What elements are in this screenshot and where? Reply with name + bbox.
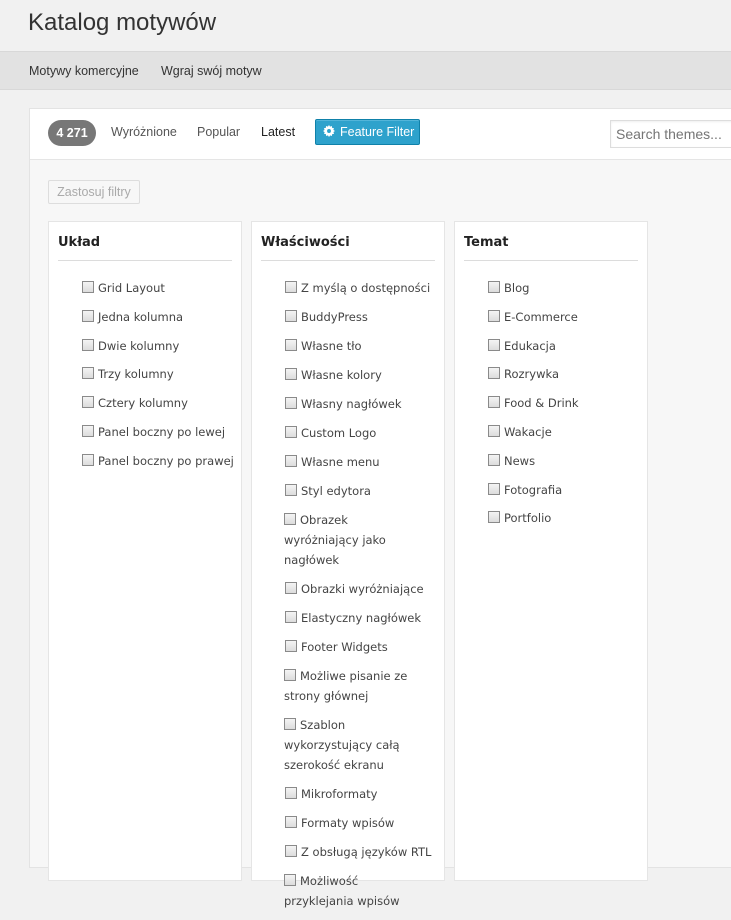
filter-option[interactable]: Własne tło	[285, 336, 435, 356]
filter-option[interactable]: Z myślą o dostępności	[285, 278, 435, 298]
filter-option[interactable]: Rozrywka	[488, 364, 579, 393]
filter-option[interactable]: Własny nagłówek	[285, 394, 435, 414]
filter-option[interactable]: Obrazki wyróżniające	[285, 579, 435, 599]
feature-filter-button[interactable]: Feature Filter	[315, 119, 420, 145]
checkbox[interactable]	[284, 874, 296, 886]
filter-group-features: Właściwości Z myślą o dostępności BuddyP…	[251, 221, 445, 908]
filter-group-title: Temat	[464, 235, 638, 261]
checkbox[interactable]	[488, 338, 500, 351]
filter-option[interactable]: Edukacja	[488, 336, 579, 365]
checkbox[interactable]	[82, 367, 94, 380]
checkbox[interactable]	[82, 453, 94, 466]
subnav-commercial-themes[interactable]: Motywy komercyjne	[29, 64, 139, 78]
checkbox[interactable]	[285, 845, 297, 857]
checkbox[interactable]	[285, 339, 297, 351]
filter-option[interactable]: Własne kolory	[285, 365, 435, 385]
feature-filter-label: Feature Filter	[340, 125, 415, 139]
filter-option[interactable]: Dwie kolumny	[82, 336, 234, 365]
checkbox[interactable]	[82, 281, 94, 293]
checkbox[interactable]	[488, 281, 500, 293]
gear-icon	[323, 125, 335, 137]
filter-option[interactable]: E-Commerce	[488, 307, 579, 336]
filter-option[interactable]: Mikroformaty	[285, 784, 435, 804]
filter-option[interactable]: Panel boczny po prawej	[82, 451, 234, 480]
filter-option[interactable]: Fotografia	[488, 480, 579, 509]
filter-option[interactable]: Panel boczny po lewej	[82, 422, 234, 451]
filter-option[interactable]: Formaty wpisów	[285, 813, 435, 833]
filter-option[interactable]: Wakacje	[488, 422, 579, 451]
tab-popular[interactable]: Popular	[197, 125, 240, 139]
checkbox[interactable]	[488, 396, 500, 409]
checkbox[interactable]	[284, 513, 296, 525]
filter-option[interactable]: BuddyPress	[285, 307, 435, 327]
filter-group-layout: Układ Grid Layout Jedna kolumna Dwie kol…	[48, 221, 242, 881]
checkbox[interactable]	[285, 816, 297, 828]
filter-option[interactable]: Trzy kolumny	[82, 364, 234, 393]
checkbox[interactable]	[285, 640, 297, 652]
search-input[interactable]	[610, 120, 731, 148]
filter-option[interactable]: Footer Widgets	[285, 637, 435, 657]
checkbox[interactable]	[285, 397, 297, 409]
filter-option[interactable]: Blog	[488, 278, 579, 307]
theme-count-badge: 4 271	[48, 120, 96, 146]
filter-option[interactable]: Możliwość przyklejania wpisów	[284, 871, 424, 911]
page-title: Katalog motywów	[28, 9, 217, 36]
theme-browser-panel: 4 271 Wyróżnione Popular Latest Feature …	[29, 108, 731, 908]
filter-option[interactable]: Food & Drink	[488, 393, 579, 422]
filter-option[interactable]: Custom Logo	[285, 423, 435, 443]
filter-option[interactable]: Elastyczny nagłówek	[285, 608, 435, 628]
filter-option[interactable]: Możliwe pisanie ze strony głównej	[284, 666, 424, 706]
checkbox[interactable]	[285, 281, 297, 293]
filter-option[interactable]: Własne menu	[285, 452, 435, 472]
checkbox[interactable]	[82, 424, 94, 437]
checkbox[interactable]	[285, 310, 297, 322]
filter-option[interactable]: Szablon wykorzystujący całą szerokość ek…	[284, 715, 424, 775]
filter-group-subject: Temat Blog E-Commerce Edukacja Rozrywka …	[454, 221, 648, 881]
tab-latest[interactable]: Latest	[261, 125, 295, 139]
checkbox[interactable]	[284, 718, 296, 730]
filter-option[interactable]: Portfolio	[488, 508, 579, 537]
filter-option[interactable]: Grid Layout	[82, 278, 234, 307]
checkbox[interactable]	[488, 511, 500, 524]
checkbox[interactable]	[285, 787, 297, 799]
checkbox[interactable]	[82, 309, 94, 322]
subnav: Motywy komercyjne Wgraj swój motyw	[0, 51, 731, 90]
checkbox[interactable]	[285, 426, 297, 438]
checkbox[interactable]	[488, 482, 500, 495]
filter-bar: 4 271 Wyróżnione Popular Latest Feature …	[30, 109, 731, 160]
filter-option[interactable]: News	[488, 451, 579, 480]
checkbox[interactable]	[284, 669, 296, 681]
checkbox[interactable]	[285, 611, 297, 623]
checkbox[interactable]	[82, 396, 94, 409]
filter-option[interactable]: Jedna kolumna	[82, 307, 234, 336]
filter-option[interactable]: Cztery kolumny	[82, 393, 234, 422]
checkbox[interactable]	[285, 368, 297, 380]
tab-featured[interactable]: Wyróżnione	[111, 125, 177, 139]
checkbox[interactable]	[285, 582, 297, 594]
checkbox[interactable]	[82, 338, 94, 351]
checkbox[interactable]	[488, 424, 500, 437]
checkbox[interactable]	[285, 455, 297, 467]
subnav-upload-theme[interactable]: Wgraj swój motyw	[161, 64, 262, 78]
apply-filters-button[interactable]: Zastosuj filtry	[48, 180, 140, 204]
filter-option[interactable]: Z obsługą języków RTL	[285, 842, 435, 862]
filter-group-title: Właściwości	[261, 235, 435, 261]
checkbox[interactable]	[488, 453, 500, 466]
checkbox[interactable]	[488, 309, 500, 322]
filter-option[interactable]: Styl edytora	[285, 481, 435, 501]
checkbox[interactable]	[285, 484, 297, 496]
filter-option[interactable]: Obrazek wyróżniający jako nagłówek	[284, 510, 424, 570]
checkbox[interactable]	[488, 367, 500, 380]
filter-group-title: Układ	[58, 235, 232, 261]
